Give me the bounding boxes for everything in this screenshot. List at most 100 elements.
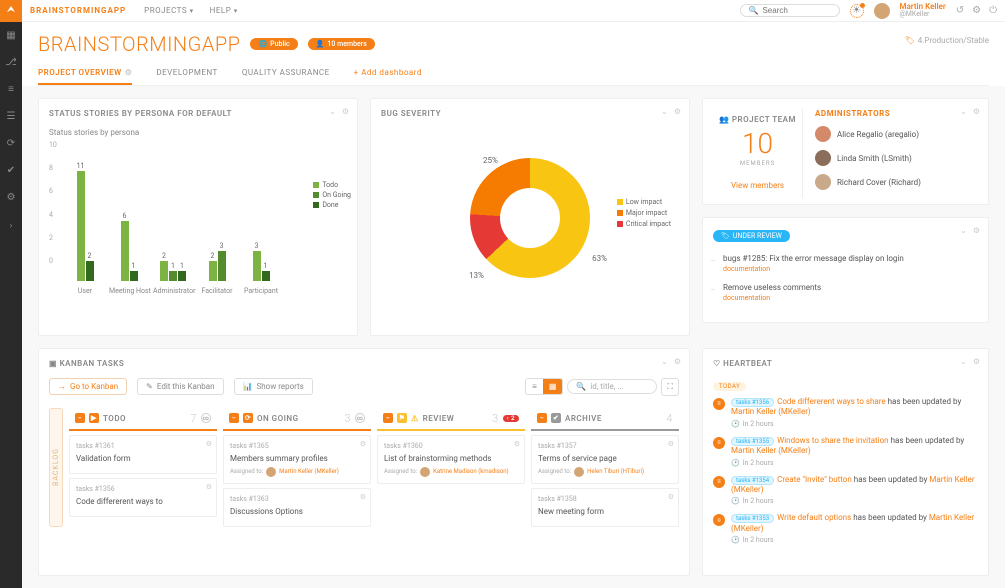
- breadcrumb[interactable]: BRAINSTORMINGAPP: [30, 6, 126, 15]
- tab-development[interactable]: DEVELOPMENT: [156, 68, 217, 85]
- edit-kanban-button[interactable]: ✎ Edit this Kanban: [137, 378, 223, 395]
- heartbeat-item[interactable]: ≡tasks #1355Windows to share the invitat…: [713, 436, 978, 467]
- task-pill[interactable]: tasks #1355: [731, 437, 774, 446]
- gear-icon[interactable]: ⚙: [674, 107, 681, 116]
- collapse-icon[interactable]: ⌄: [661, 107, 668, 116]
- collapse-icon[interactable]: ⌄: [329, 107, 336, 116]
- team-member[interactable]: Richard Cover (Richard): [815, 174, 978, 190]
- task-pill[interactable]: tasks #1356: [731, 398, 774, 407]
- check-icon[interactable]: ✔: [7, 165, 15, 176]
- kanban-card-item[interactable]: ⚙tasks #1361Validation form: [69, 435, 217, 474]
- search-input[interactable]: [762, 6, 832, 15]
- list-icon[interactable]: ≡: [8, 84, 14, 95]
- search-icon: 🔍: [749, 6, 759, 15]
- collapse-icon[interactable]: ⌄: [960, 226, 967, 235]
- fullscreen-icon[interactable]: ⛶: [661, 378, 679, 396]
- activity-icon: ≡: [713, 514, 725, 526]
- kanban-card-item[interactable]: ⚙tasks #1365Members summary profilesAssi…: [223, 435, 371, 484]
- go-to-kanban-button[interactable]: → Go to Kanban: [49, 378, 127, 395]
- avatar: [815, 150, 831, 166]
- notifications-icon[interactable]: ☀: [850, 4, 864, 18]
- task-pill[interactable]: tasks #1353: [731, 514, 774, 523]
- gear-icon[interactable]: ⚙: [514, 440, 520, 448]
- app-logo-icon[interactable]: [0, 0, 22, 22]
- gear-icon[interactable]: ⚙: [668, 440, 674, 448]
- avatar: [420, 467, 430, 477]
- gear-icon[interactable]: ⚙: [360, 440, 366, 448]
- heartbeat-item[interactable]: ≡tasks #1356Code differerent ways to sha…: [713, 397, 978, 428]
- activity-icon: ≡: [713, 398, 725, 410]
- heartbeat-item[interactable]: ≡tasks #1353Write default options has be…: [713, 513, 978, 544]
- bar-chart: 1086420 112User 61Meeting Host 211Admini…: [49, 141, 347, 281]
- gear-icon[interactable]: ⚙: [360, 493, 366, 501]
- layers-icon[interactable]: ☰: [7, 111, 16, 122]
- kanban-card-item[interactable]: ⚙tasks #1358New meeting form: [531, 488, 679, 527]
- members-pill[interactable]: 👤10 members: [308, 38, 375, 50]
- show-reports-button[interactable]: 📊 Show reports: [234, 378, 313, 395]
- gear-icon[interactable]: ⚙: [973, 357, 980, 366]
- gear-icon[interactable]: ⚙: [206, 440, 212, 448]
- kanban-card-item[interactable]: ⚙tasks #1363Discussions Options: [223, 488, 371, 527]
- collapse-icon[interactable]: ⌄: [960, 357, 967, 366]
- settings-icon[interactable]: ⚙: [7, 192, 16, 203]
- collapse-icon[interactable]: ⌄: [960, 107, 967, 116]
- history-icon[interactable]: ↺: [956, 5, 964, 16]
- global-search[interactable]: 🔍: [740, 4, 840, 17]
- card-title: STATUS STORIES BY PERSONA FOR DEFAULT: [49, 109, 347, 118]
- collapse-icon[interactable]: ⌄: [661, 357, 668, 366]
- kanban-card-item[interactable]: ⚙tasks #1356Code differerent ways to: [69, 478, 217, 517]
- task-pill[interactable]: tasks #1354: [731, 476, 774, 485]
- tab-overview[interactable]: PROJECT OVERVIEW⚙: [38, 68, 132, 85]
- kanban-card-item[interactable]: ⚙tasks #1357Terms of service pageAssigne…: [531, 435, 679, 484]
- bug-severity-card: ⌄⚙ BUG SEVERITY 25% 13% 63% Low impact M…: [370, 98, 690, 336]
- gear-icon[interactable]: ⚙: [973, 226, 980, 235]
- clock-icon: 🕑: [731, 497, 740, 505]
- time-label: 🕑In 2 hours: [731, 420, 978, 428]
- collapse-col-icon[interactable]: –: [537, 413, 547, 423]
- user-avatar[interactable]: [874, 3, 890, 19]
- project-team-card: ⌄⚙ 👥 PROJECT TEAM 10 MEMBERS View member…: [702, 98, 989, 205]
- view-members-link[interactable]: View members: [713, 181, 802, 190]
- gear-icon[interactable]: ⚙: [674, 357, 681, 366]
- review-limit-badge: ‹ 2: [503, 415, 519, 422]
- review-item[interactable]: Remove useless comments documentation: [713, 283, 978, 302]
- caret-down-icon: ▾: [234, 7, 238, 15]
- team-member[interactable]: Linda Smith (LSmith): [815, 150, 978, 166]
- release-label: 🏷4.Production/Stable: [905, 36, 989, 45]
- user-menu[interactable]: Martin Keller @MKeller: [900, 3, 946, 18]
- team-member[interactable]: Alice Regalio (aregalio): [815, 126, 978, 142]
- compact-view-icon[interactable]: ≡: [526, 379, 543, 394]
- nav-help[interactable]: HELP ▾: [210, 6, 238, 15]
- power-icon[interactable]: ⏻: [989, 5, 997, 16]
- gear-icon[interactable]: ⚙: [125, 68, 133, 77]
- collapse-col-icon[interactable]: –: [229, 413, 239, 423]
- public-pill[interactable]: 🌐Public: [250, 38, 297, 50]
- kanban-col-review: –⚑⚠REVIEW3‹ 2: [377, 408, 525, 431]
- review-item[interactable]: bugs #1285: Fix the error message displa…: [713, 254, 978, 273]
- expand-sidebar-icon[interactable]: ›: [10, 221, 13, 231]
- add-dashboard-button[interactable]: + Add dashboard: [354, 68, 422, 85]
- tab-qa[interactable]: QUALITY ASSURANCE: [242, 68, 330, 85]
- clock-icon: 🕑: [731, 536, 740, 544]
- donut-label: 25%: [483, 156, 498, 165]
- limit-icon: ∞: [201, 413, 211, 423]
- collapse-col-icon[interactable]: –: [383, 413, 393, 423]
- card-view-icon[interactable]: ▦: [543, 379, 563, 394]
- kanban-card-item[interactable]: ⚙tasks #1360List of brainstorming method…: [377, 435, 525, 484]
- git-icon[interactable]: ⎇: [5, 57, 17, 68]
- gear-icon[interactable]: ⚙: [668, 493, 674, 501]
- gear-icon[interactable]: ⚙: [342, 107, 349, 116]
- grid-icon[interactable]: ▦: [6, 30, 15, 41]
- gear-icon[interactable]: ⚙: [972, 5, 981, 16]
- sync-icon[interactable]: ⟳: [7, 138, 15, 149]
- nav-projects[interactable]: PROJECTS ▾: [144, 6, 194, 15]
- collapse-col-icon[interactable]: –: [75, 413, 85, 423]
- heartbeat-item[interactable]: ≡tasks #1354Create "Invite" button has b…: [713, 475, 978, 506]
- kanban-search[interactable]: 🔍id, title, ...: [567, 379, 657, 394]
- donut-legend: Low impact Major impact Critical impact: [617, 198, 671, 231]
- view-toggle[interactable]: ≡ ▦: [525, 378, 563, 395]
- chart-subtitle: Status stories by persona: [49, 128, 347, 137]
- gear-icon[interactable]: ⚙: [206, 483, 212, 491]
- gear-icon[interactable]: ⚙: [973, 107, 980, 116]
- backlog-tab[interactable]: BACKLOG: [49, 408, 63, 527]
